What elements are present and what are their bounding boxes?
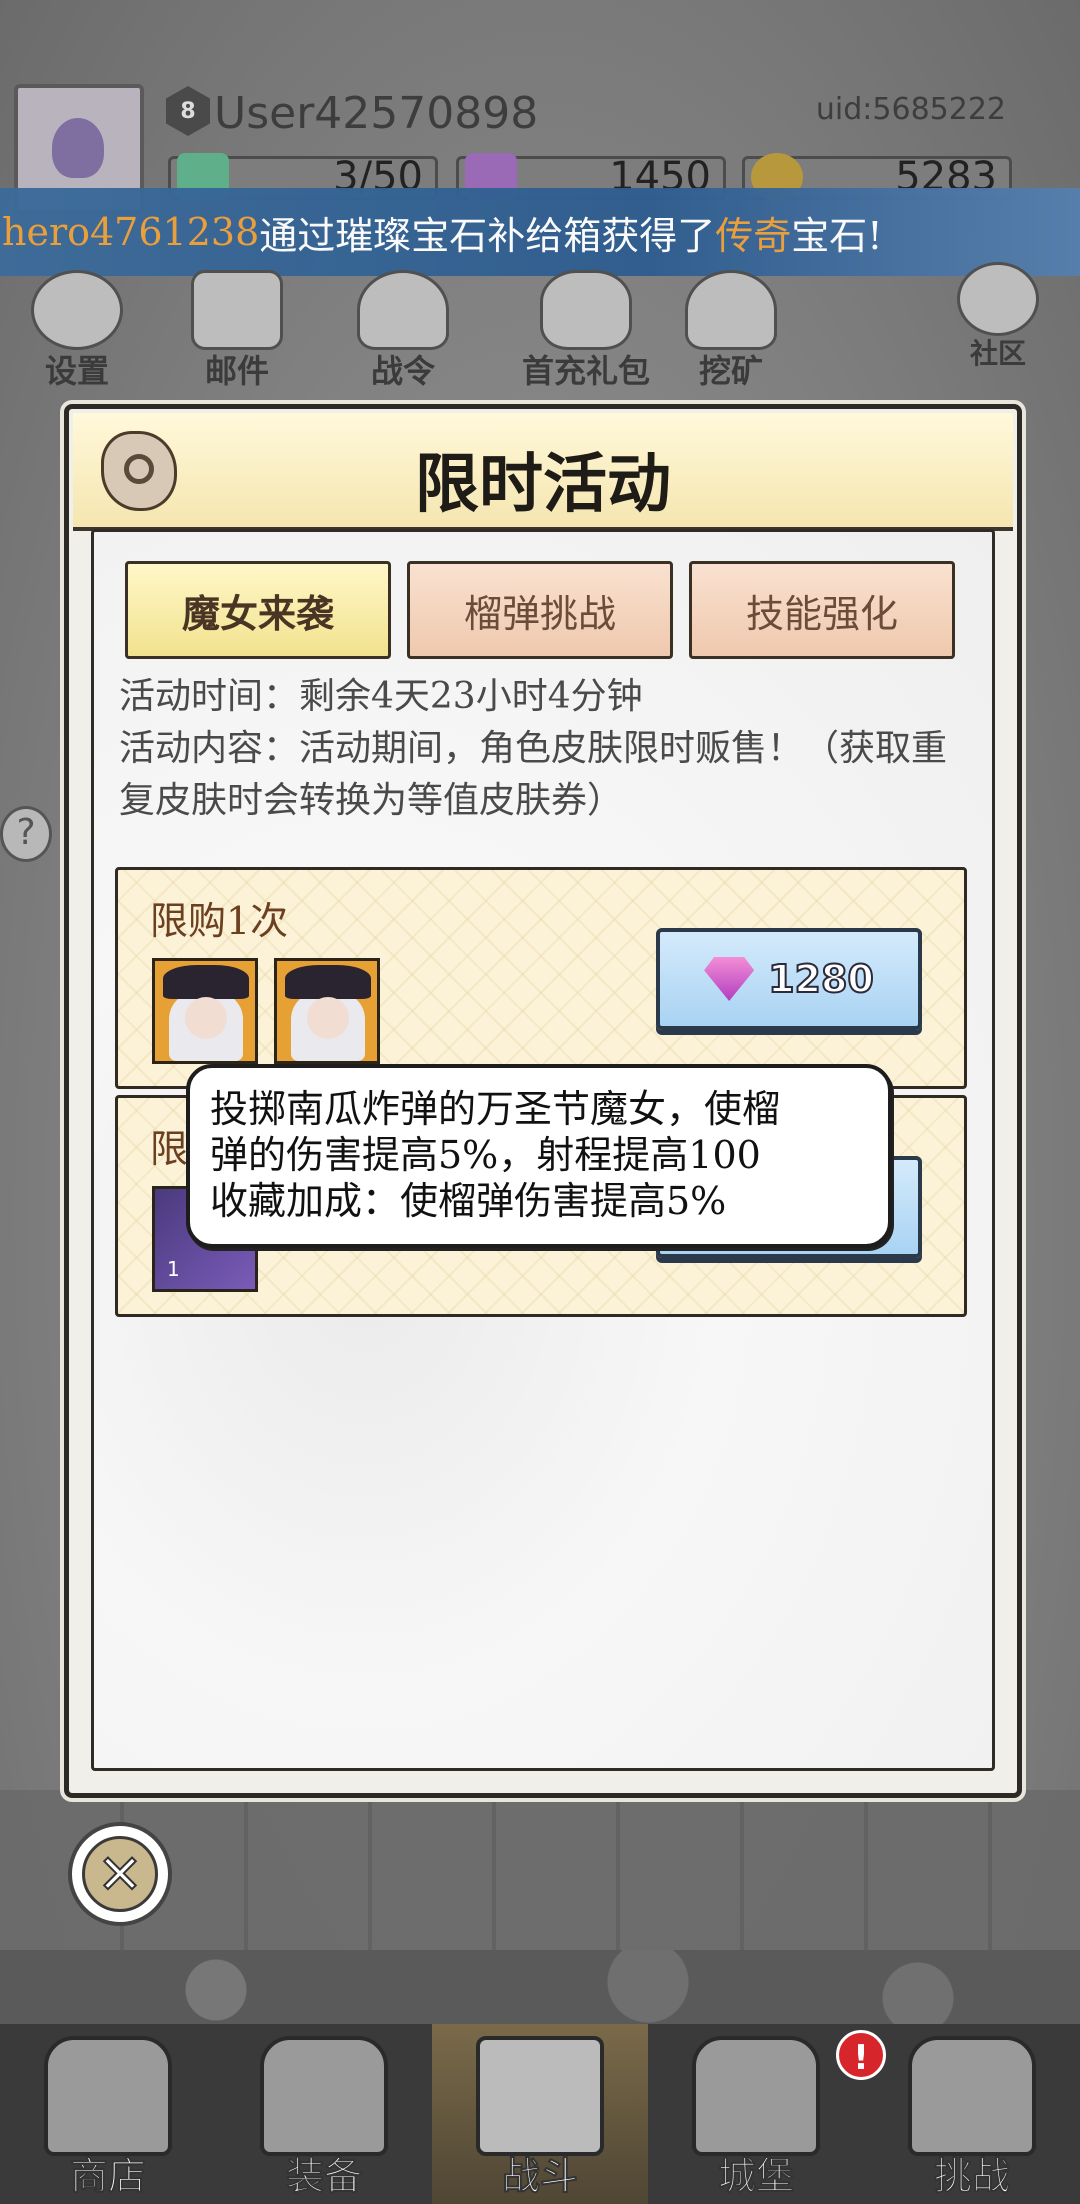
home-icon	[957, 262, 1039, 336]
banner-text-before: 通过璀璨宝石补给箱获得了	[259, 213, 716, 258]
battle-pass-label: 战令	[370, 352, 435, 390]
tooltip-line: 收藏加成：使榴弹伤害提高5%	[210, 1179, 727, 1223]
nav-challenge-label: 挑战	[933, 2153, 1011, 2199]
mail-label: 邮件	[204, 352, 269, 390]
mining-label: 挖矿	[698, 352, 763, 390]
nav-castle[interactable]: 城堡	[648, 2024, 864, 2204]
backpack-icon	[260, 2036, 388, 2156]
witch-face	[185, 997, 227, 1039]
community-button[interactable]: 社区	[938, 262, 1058, 370]
settings-label: 设置	[44, 352, 109, 390]
witch-hat	[163, 965, 249, 999]
banner-player: hero4761238	[2, 210, 260, 254]
stone-ground	[0, 1950, 1080, 2030]
tooltip-line: 弹的伤害提高5%，射程提高100	[210, 1133, 761, 1177]
settings-button[interactable]: 设置	[12, 270, 142, 390]
shop-icon	[44, 2036, 172, 2156]
nav-equipment[interactable]: 装备	[216, 2024, 432, 2204]
first-purchase-gift-button[interactable]: 首充礼包	[506, 270, 666, 390]
buy-button[interactable]: 1280	[656, 928, 922, 1030]
witch-face	[307, 997, 349, 1039]
community-label: 社区	[969, 337, 1026, 370]
tab-grenade-challenge[interactable]: 榴弹挑战	[407, 561, 673, 659]
nav-battle-label: 战斗	[501, 2153, 579, 2199]
ticket-count: 1	[167, 1257, 180, 1281]
gear-icon	[31, 270, 123, 350]
username: User42570898	[214, 88, 539, 139]
banner-rarity: 传奇	[715, 213, 792, 258]
purchase-limit: 限购1次	[150, 899, 289, 943]
nav-castle-label: 城堡	[717, 2153, 795, 2199]
battle-pass-button[interactable]: 战令	[338, 270, 468, 390]
help-button[interactable]: ?	[0, 806, 52, 862]
banner-text-after: 宝石!	[791, 213, 883, 258]
nav-shop-label: 商店	[69, 2153, 147, 2199]
purple-gem-icon	[704, 957, 755, 1001]
mail-button[interactable]: 邮件	[172, 270, 302, 390]
announcement-banner: hero4761238 通过璀璨宝石补给箱获得了 传奇 宝石!	[0, 188, 1080, 276]
tab-witch-raid[interactable]: 魔女来袭	[125, 561, 391, 659]
mining-button[interactable]: 挖矿	[666, 270, 796, 390]
gift-bag-icon	[540, 270, 632, 350]
notification-badge: !	[836, 2030, 886, 2080]
crossed-swords-icon	[476, 2036, 604, 2156]
purchase-limit: 限	[150, 1127, 189, 1171]
nav-equipment-label: 装备	[285, 2153, 363, 2199]
event-time: 活动时间：剩余4天23小时4分钟	[119, 676, 643, 717]
question-mark-icon: ?	[16, 812, 36, 853]
event-content: 活动内容：活动期间，角色皮肤限时贩售！（获取重复皮肤时会转换为等值皮肤券）	[119, 728, 948, 821]
nav-challenge[interactable]: 挑战	[864, 2024, 1080, 2204]
close-button[interactable]: ✕	[68, 1822, 172, 1926]
nav-shop[interactable]: 商店	[0, 2024, 216, 2204]
castle-icon	[692, 2036, 820, 2156]
event-tabs: 魔女来袭 榴弹挑战 技能强化	[125, 561, 961, 661]
mining-icon	[685, 270, 777, 350]
skin-offer-card: 限购1次 1280	[115, 867, 967, 1089]
tab-skill-upgrade[interactable]: 技能强化	[689, 561, 955, 659]
mail-icon	[191, 270, 283, 350]
bottom-nav: 商店 装备 战斗 城堡 挑战	[0, 2024, 1080, 2204]
avatar-character-icon	[52, 118, 104, 178]
witch-hat	[285, 965, 371, 999]
tooltip-line: 投掷南瓜炸弹的万圣节魔女，使榴	[210, 1087, 781, 1131]
price-value: 1280	[767, 956, 875, 1002]
dialog-title: 限时活动	[415, 447, 671, 522]
first-purchase-label: 首充礼包	[521, 352, 650, 390]
witch-skin-icon[interactable]	[152, 958, 258, 1064]
challenge-icon	[908, 2036, 1036, 2156]
skin-tooltip: 投掷南瓜炸弹的万圣节魔女，使榴 弹的伤害提高5%，射程提高100 收藏加成：使榴…	[186, 1064, 892, 1248]
battle-pass-icon	[357, 270, 449, 350]
dialog-title-bar: 限时活动	[73, 413, 1013, 531]
nav-battle[interactable]: 战斗	[432, 2024, 648, 2204]
uid-label: uid:5685222	[815, 92, 1006, 127]
witch-skin-icon[interactable]	[274, 958, 380, 1064]
event-info: 活动时间：剩余4天23小时4分钟 活动内容：活动期间，角色皮肤限时贩售！（获取重…	[119, 671, 977, 827]
close-icon: ✕	[82, 1836, 158, 1912]
